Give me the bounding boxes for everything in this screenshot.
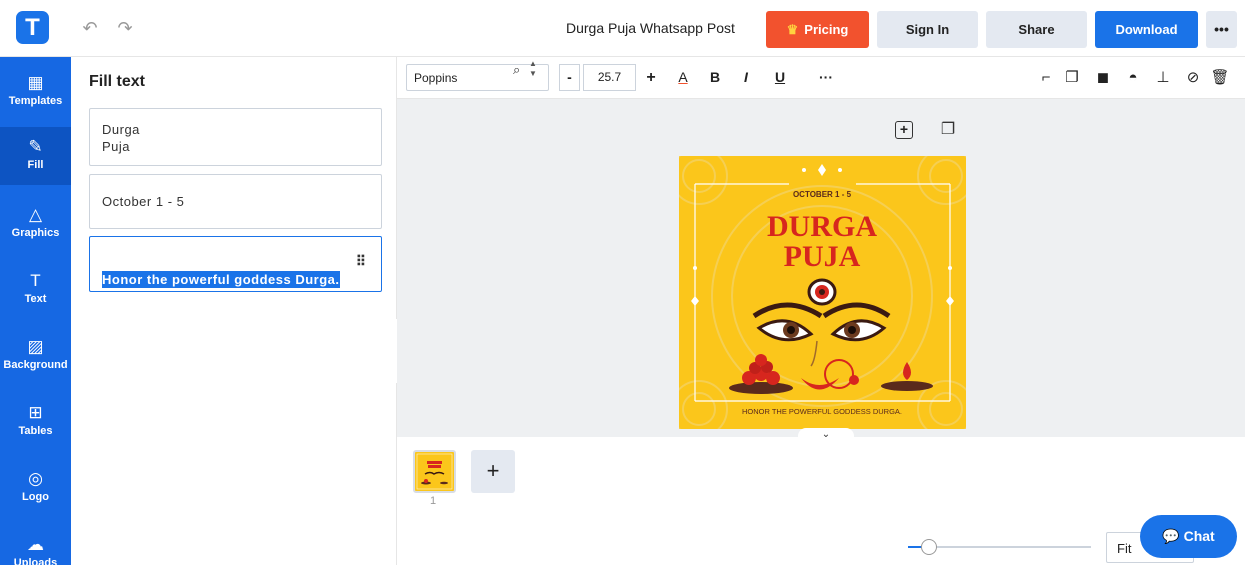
more-tools-button[interactable]: ··· <box>815 64 837 91</box>
sidebar-item-label: Templates <box>8 95 63 107</box>
poster-title-line1: DURGA <box>767 210 877 243</box>
layer-icon[interactable]: ◼ <box>1091 64 1115 91</box>
sidebar-item-tables[interactable]: ⊞ Tables <box>0 393 71 451</box>
add-page-button[interactable]: + <box>471 450 515 493</box>
underline-icon[interactable]: U <box>772 64 788 91</box>
download-button[interactable]: Download <box>1095 11 1198 48</box>
font-size-input[interactable]: 25.7 <box>583 64 636 91</box>
text-field-date[interactable]: October 1 - 5 <box>89 174 382 229</box>
decrease-size-button[interactable]: - <box>559 64 580 91</box>
bold-icon[interactable]: B <box>707 64 723 91</box>
paint-roller-icon[interactable]: ⌐ <box>1034 64 1058 91</box>
increase-size-button[interactable]: + <box>642 64 660 91</box>
duplicate-icon[interactable]: ❐ <box>1060 64 1084 91</box>
italic-icon[interactable]: I <box>739 64 753 91</box>
chat-button[interactable]: 💬 Chat <box>1140 515 1237 558</box>
sidebar-item-label: Logo <box>22 491 49 503</box>
thumbnail-artwork <box>416 453 453 490</box>
sidebar-item-label: Background <box>3 359 68 371</box>
sidebar-item-label: Graphics <box>11 227 60 239</box>
undo-icon[interactable]: ↶ <box>79 17 101 39</box>
app-logo[interactable]: T <box>16 11 49 44</box>
chat-label: Chat <box>1183 528 1215 544</box>
sidebar-item-fill[interactable]: ✎ Fill <box>0 127 71 185</box>
poster-artwork: OCTOBER 1 - 5 DURGA PUJA HONOR THE POWER… <box>679 156 966 429</box>
poster-design[interactable]: OCTOBER 1 - 5 DURGA PUJA HONOR THE POWER… <box>679 156 966 429</box>
text-field-title[interactable]: Durga Puja <box>89 108 382 166</box>
sidebar-item-text[interactable]: T Text <box>0 261 71 319</box>
crown-icon: ♛ <box>786 22 799 37</box>
poster-caption: HONOR THE POWERFUL GODDESS DURGA. <box>742 407 902 416</box>
sidebar-item-label: Uploads <box>13 557 58 569</box>
font-arrows-icon[interactable]: ▲ ▼ <box>529 59 537 79</box>
panel-title: Fill text <box>89 73 146 90</box>
sidebar-item-label: Fill <box>27 159 44 171</box>
font-family-select[interactable]: Poppins <box>406 64 549 91</box>
selected-text[interactable]: Honor the powerful goddess Durga. <box>102 271 340 288</box>
text-color-icon[interactable]: A <box>674 64 692 91</box>
logo-icon: ◎ <box>28 469 43 488</box>
pricing-label: Pricing <box>804 22 849 37</box>
left-sidebar: ▦ Templates ✎ Fill △ Graphics T Text ▨ B… <box>0 57 71 569</box>
diya-lamp <box>881 362 933 391</box>
fill-text-panel: Fill text Durga Puja October 1 - 5 Honor… <box>71 57 397 565</box>
sweets-plate <box>729 354 793 394</box>
sidebar-item-background[interactable]: ▨ Background <box>0 327 71 385</box>
poster-date: OCTOBER 1 - 5 <box>793 190 852 199</box>
text-toolbar: Poppins ⌕ ▲ ▼ - 25.7 + A B I U ··· ⌐ ❐ ◼ … <box>397 57 1245 99</box>
sidebar-item-label: Text <box>24 293 47 305</box>
align-icon[interactable]: ⊥ <box>1151 64 1175 91</box>
link-icon[interactable]: ⊘ <box>1181 64 1205 91</box>
redo-icon[interactable]: ↷ <box>114 17 136 39</box>
shapes-icon: △ <box>28 205 43 224</box>
sidebar-item-uploads[interactable]: ☁ Uploads <box>0 525 71 583</box>
search-icon[interactable]: ⌕ <box>513 62 520 78</box>
sign-in-button[interactable]: Sign In <box>877 11 978 48</box>
chat-bubble-icon: 💬 <box>1162 528 1180 544</box>
text-field-caption[interactable]: Honor the powerful goddess Durga. ⠿ <box>89 236 382 292</box>
table-icon: ⊞ <box>28 403 43 422</box>
upload-cloud-icon: ☁ <box>27 535 44 554</box>
text-icon: T <box>30 271 41 290</box>
page-number: 1 <box>430 495 437 507</box>
poster-title-line2: PUJA <box>784 240 861 273</box>
top-bar: T ↶ ↷ Durga Puja Whatsapp Post ♛ Pricing … <box>0 0 1245 57</box>
sidebar-item-logo[interactable]: ◎ Logo <box>0 459 71 517</box>
opacity-icon[interactable]: ◓ <box>1121 64 1145 91</box>
sidebar-item-graphics[interactable]: △ Graphics <box>0 195 71 253</box>
pencil-icon: ✎ <box>28 137 43 156</box>
page-thumbnail[interactable] <box>413 450 456 493</box>
background-icon: ▨ <box>27 337 44 356</box>
templates-icon: ▦ <box>27 73 44 92</box>
sidebar-item-label: Tables <box>18 425 53 437</box>
sidebar-item-templates[interactable]: ▦ Templates <box>0 63 71 121</box>
font-name: Poppins <box>414 71 458 85</box>
document-title[interactable]: Durga Puja Whatsapp Post <box>566 20 735 36</box>
zoom-slider-handle[interactable] <box>921 539 937 555</box>
pricing-button[interactable]: ♛ Pricing <box>766 11 869 48</box>
more-options-button[interactable]: ••• <box>1206 11 1237 48</box>
copy-page-icon[interactable]: ❐ <box>940 121 956 139</box>
share-button[interactable]: Share <box>986 11 1087 48</box>
drag-handle-icon[interactable]: ⠿ <box>356 253 366 270</box>
add-page-icon[interactable]: + <box>895 121 913 139</box>
trash-icon[interactable]: 🗑 <box>1208 64 1232 91</box>
